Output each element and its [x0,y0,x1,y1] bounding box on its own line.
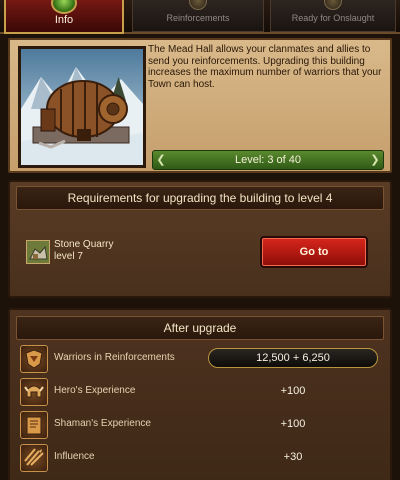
stat-row-hero-experience: Hero's Experience +100 [20,377,386,407]
arrow-left-icon: ❮ [156,154,166,166]
requirement-name: Stone Quarry [54,239,114,250]
stat-label: Warriors in Reinforcements [54,352,175,363]
building-info-panel: The Mead Hall allows your clanmates and … [8,38,392,173]
shaman-book-icon [20,411,48,439]
mead-hall-building-image [18,46,146,168]
stat-label: Influence [54,451,95,462]
stat-label: Hero's Experience [54,385,136,396]
tab-ready-label: Ready for Onslaught [291,13,375,23]
tab-ready-for-onslaught[interactable]: Ready for Onslaught [270,0,396,32]
level-text: Level: 3 of 40 [234,154,302,166]
tab-bar: Info Reinforcements Ready for Onslaught [0,0,400,34]
info-icon [51,0,77,14]
after-upgrade-title: After upgrade [16,316,384,340]
requirements-panel: Requirements for upgrading the building … [8,180,392,298]
tab-reinforcements-label: Reinforcements [166,13,230,23]
stat-value: 12,500 + 6,250 [208,348,378,368]
go-to-button[interactable]: Go to [260,236,368,268]
building-description: The Mead Hall allows your clanmates and … [148,44,382,90]
stat-value: +30 [283,451,303,463]
stat-row-influence: Influence +30 [20,443,386,473]
building-level-bar: ❮ Level: 3 of 40 ❯ [152,150,384,170]
warriors-icon [20,345,48,373]
stat-value: +100 [280,418,306,430]
tab-reinforcements[interactable]: Reinforcements [132,0,264,32]
requirement-item: Stone Quarry level 7 [54,239,113,263]
arrow-right-icon: ❯ [370,154,380,166]
tab-info[interactable]: Info [4,0,124,34]
stat-value: +100 [280,385,306,397]
requirement-level: level 7 [54,251,83,262]
requirements-title: Requirements for upgrading the building … [16,186,384,210]
tab-info-label: Info [54,14,74,26]
stat-label: Shaman's Experience [54,418,151,429]
hero-helmet-icon [20,378,48,406]
after-upgrade-panel: After upgrade Warriors in Reinforcements… [8,308,392,480]
influence-icon [20,444,48,472]
onslaught-icon [324,0,342,10]
stat-row-warriors: Warriors in Reinforcements 12,500 + 6,25… [20,344,386,374]
stone-quarry-icon [26,240,50,264]
stat-row-shaman-experience: Shaman's Experience +100 [20,410,386,440]
reinforcements-icon [189,0,207,10]
